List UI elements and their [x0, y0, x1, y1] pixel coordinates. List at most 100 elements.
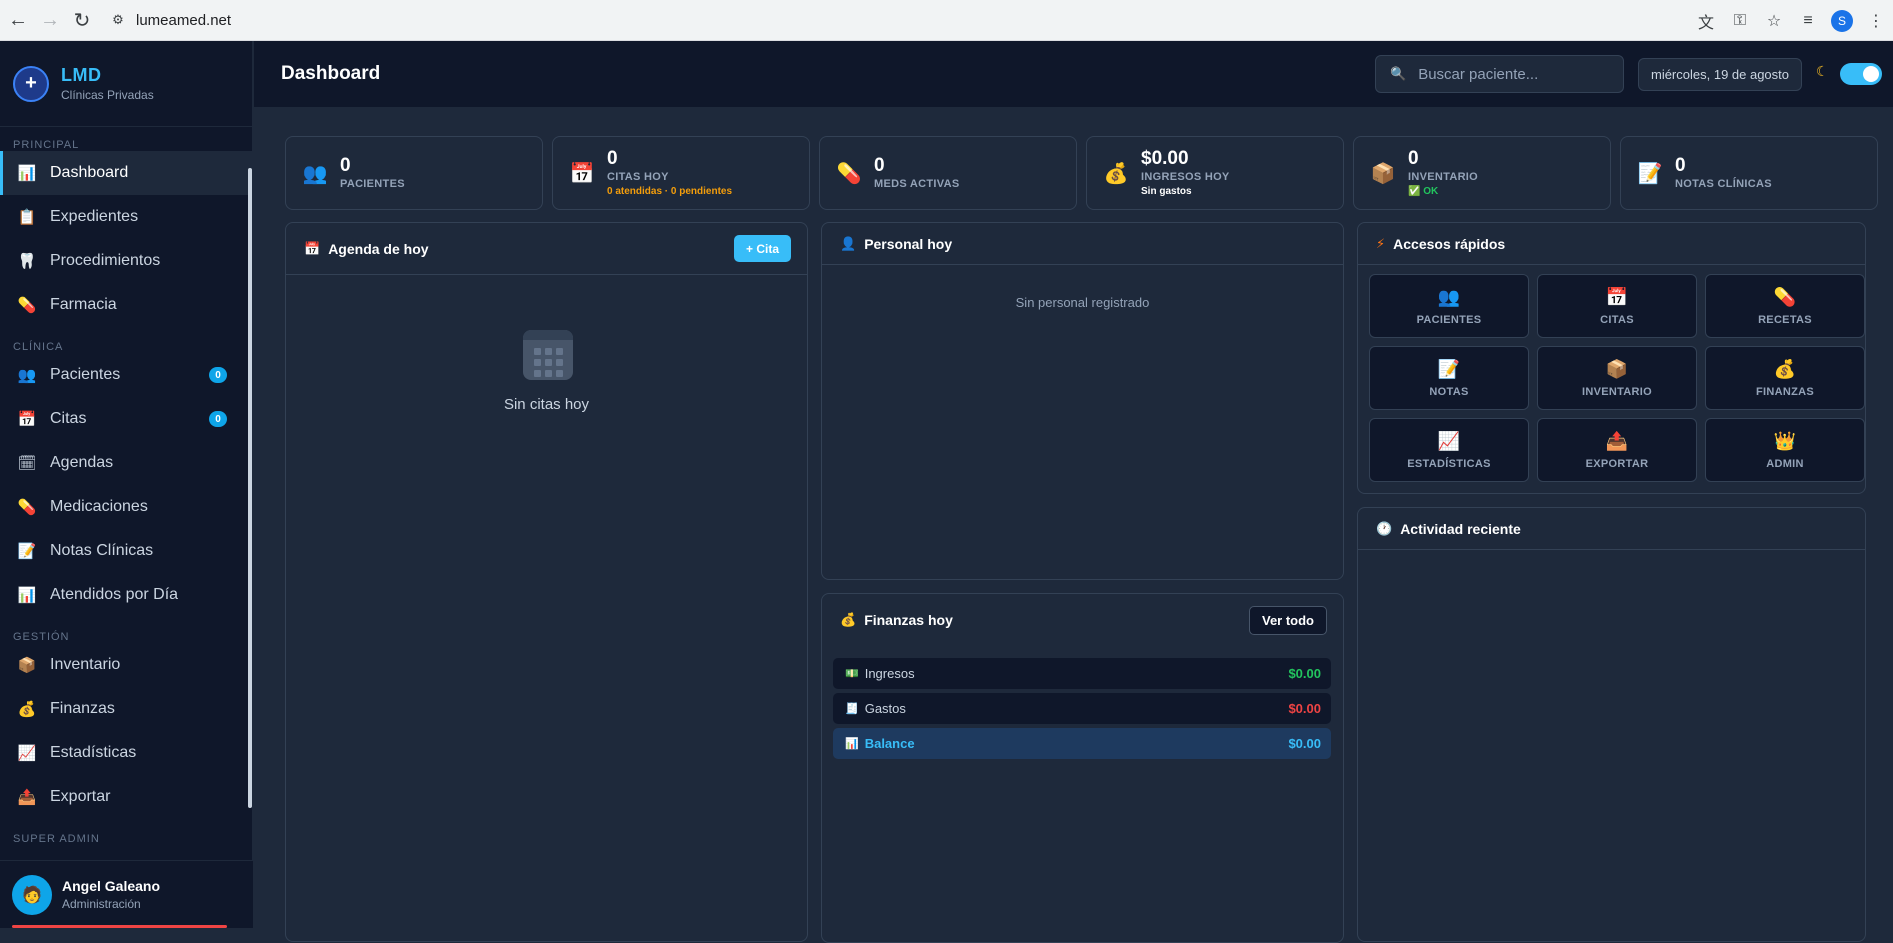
agenda-title: Agenda de hoy [328, 240, 429, 257]
address-bar[interactable]: lumeamed.net [136, 12, 231, 29]
brand[interactable]: + LMD Clínicas Privadas [0, 41, 252, 127]
stat-label: INGRESOS HOY [1141, 171, 1230, 183]
quick-access-finanzas[interactable]: 💰 FINANZAS [1705, 346, 1865, 410]
quick-access-label: PACIENTES [1416, 313, 1482, 326]
bookmark-star-icon[interactable]: ☆ [1757, 4, 1791, 38]
quick-access-admin[interactable]: 👑 ADMIN [1705, 418, 1865, 482]
quick-access-title: Accesos rápidos [1393, 235, 1506, 252]
brand-logo-icon: + [13, 65, 49, 102]
quick-access-notas[interactable]: 📝 NOTAS [1369, 346, 1529, 410]
sidebar-item-icon: 📋 [17, 209, 37, 226]
search-input[interactable] [1418, 65, 1609, 83]
browser-menu-icon[interactable]: ⋮ [1859, 4, 1893, 38]
quick-access-icon: 💊 [1773, 287, 1797, 307]
agenda-empty-text: Sin citas hoy [503, 396, 590, 413]
media-control-icon[interactable]: ≡ [1791, 4, 1825, 38]
theme-toggle[interactable] [1840, 63, 1882, 85]
sidebar-item-inventario[interactable]: 📦 Inventario [0, 643, 253, 687]
quick-access-exportar[interactable]: 📤 EXPORTAR [1537, 418, 1697, 482]
quick-access-icon: 📤 [1605, 431, 1629, 451]
sidebar-item-dashboard[interactable]: 📊 Dashboard [0, 151, 253, 195]
quick-access-icon: 💰 [1773, 359, 1797, 379]
user-profile[interactable]: 🧑 Angel Galeano Administración [0, 860, 253, 928]
sidebar-item-label: Procedimientos [50, 252, 161, 269]
profile-avatar[interactable]: S [1831, 9, 1853, 32]
brand-subtitle: Clínicas Privadas [61, 88, 154, 102]
dashboard-content: 👥 0 PACIENTES 📅 0 CITAS HOY 0 atendidas … [254, 108, 1893, 943]
sidebar-item-label: Notas Clínicas [50, 542, 154, 559]
stat-value: 0 [1408, 148, 1419, 169]
sidebar-item-icon: 💊 [17, 297, 37, 314]
stat-card[interactable]: 📅 0 CITAS HOY 0 atendidas · 0 pendientes [552, 136, 810, 210]
quick-access-estadisticas[interactable]: 📈 ESTADÍSTICAS [1369, 418, 1529, 482]
sidebar-item-label: Agendas [50, 454, 114, 471]
finance-row-amount: $0.00 [1288, 736, 1321, 751]
site-info-icon[interactable]: ⚙ [110, 12, 126, 28]
quick-access-icon: 📈 [1437, 431, 1461, 451]
quick-access-inventario[interactable]: 📦 INVENTARIO [1537, 346, 1697, 410]
sidebar-item-expedientes[interactable]: 📋 Expedientes [0, 195, 253, 239]
forward-icon[interactable]: → [36, 6, 64, 34]
sidebar-item-label: Finanzas [50, 700, 115, 717]
sidebar-item-notas-clinicas[interactable]: 📝 Notas Clínicas [0, 529, 253, 573]
finance-row-label: Balance [864, 736, 915, 751]
back-icon[interactable]: ← [4, 6, 32, 34]
sidebar-item-finanzas[interactable]: 💰 Finanzas [0, 687, 253, 731]
quick-access-label: ESTADÍSTICAS [1407, 457, 1491, 470]
quick-access-label: INVENTARIO [1581, 385, 1653, 398]
stat-card[interactable]: 👥 0 PACIENTES [285, 136, 543, 210]
sidebar-item-agendas[interactable]: 🗓 Agendas [0, 441, 253, 485]
add-appointment-button[interactable]: + Cita [733, 235, 791, 262]
sidebar-item-icon: 💊 [17, 499, 37, 516]
quick-access-label: ADMIN [1766, 457, 1804, 470]
translate-icon[interactable]: 文 [1689, 4, 1723, 38]
finance-row-gastos: 🧾 Gastos $0.00 [833, 693, 1331, 724]
sidebar-item-label: Medicaciones [50, 498, 148, 515]
browser-toolbar: ← → ↻ ⚙ lumeamed.net 文 ⚿ ☆ ≡ S ⋮ [0, 0, 1893, 41]
finance-row-icon: 💵 [845, 668, 859, 680]
page-title: Dashboard [281, 63, 381, 84]
sidebar-item-farmacia[interactable]: 💊 Farmacia [0, 283, 253, 327]
stat-icon: 📝 [1637, 162, 1663, 185]
password-key-icon[interactable]: ⚿ [1723, 4, 1757, 38]
reload-icon[interactable]: ↻ [68, 6, 96, 34]
stat-label: CITAS HOY [607, 171, 669, 183]
sidebar-item-medicaciones[interactable]: 💊 Medicaciones [0, 485, 253, 529]
stat-label: INVENTARIO [1408, 171, 1479, 183]
sidebar-item-pacientes[interactable]: 👥 Pacientes 0 [0, 353, 253, 397]
stat-label: MEDS ACTIVAS [874, 178, 960, 190]
empty-calendar-icon [523, 330, 573, 380]
search-box[interactable]: 🔍 [1375, 55, 1624, 93]
sidebar-item-atendidos-por-dia[interactable]: 📊 Atendidos por Día [0, 573, 253, 617]
quick-access-pacientes[interactable]: 👥 PACIENTES [1369, 274, 1529, 338]
stat-card[interactable]: 📦 0 INVENTARIO ✅ OK [1353, 136, 1611, 210]
stat-card[interactable]: 💰 $0.00 INGRESOS HOY Sin gastos [1086, 136, 1344, 210]
personal-empty-text: Sin personal registrado [1015, 295, 1150, 310]
sidebar-section-title: GESTIÓN [13, 631, 70, 643]
stat-icon: 💊 [836, 162, 862, 185]
quick-access-recetas[interactable]: 💊 RECETAS [1705, 274, 1865, 338]
sidebar-item-estadisticas[interactable]: 📈 Estadísticas [0, 731, 253, 775]
sidebar-item-procedimientos[interactable]: 🦷 Procedimientos [0, 239, 253, 283]
sidebar-item-exportar[interactable]: 📤 Exportar [0, 775, 253, 819]
sidebar-scrollbar[interactable] [248, 168, 252, 808]
view-all-button[interactable]: Ver todo [1248, 606, 1327, 635]
sidebar-item-icon: 📝 [17, 543, 37, 560]
stat-card[interactable]: 📝 0 NOTAS CLÍNICAS [1620, 136, 1878, 210]
quick-access-icon: 📦 [1605, 359, 1629, 379]
stat-card[interactable]: 💊 0 MEDS ACTIVAS [819, 136, 1077, 210]
sidebar-nav[interactable]: PRINCIPAL 📊 Dashboard 📋 Expedientes 🦷 Pr… [0, 127, 253, 862]
sidebar-item-citas[interactable]: 📅 Citas 0 [0, 397, 253, 441]
finanzas-card: 💰 Finanzas hoy Ver todo 💵 Ingresos $0.00… [821, 593, 1344, 943]
calendar-icon: 📅 [304, 240, 321, 256]
stat-value: 0 [1675, 155, 1686, 176]
sidebar-item-icon: 📈 [17, 745, 37, 762]
quick-access-icon: 👑 [1773, 431, 1797, 451]
user-role: Administración [62, 897, 141, 911]
quick-access-citas[interactable]: 📅 CITAS [1537, 274, 1697, 338]
stat-subtext: ✅ OK [1408, 186, 1439, 197]
finance-row-icon: 📊 [845, 738, 859, 750]
quick-access-label: CITAS [1600, 313, 1634, 326]
sidebar-section-title: PRINCIPAL [13, 139, 80, 151]
sidebar-item-label: Expedientes [50, 208, 139, 225]
